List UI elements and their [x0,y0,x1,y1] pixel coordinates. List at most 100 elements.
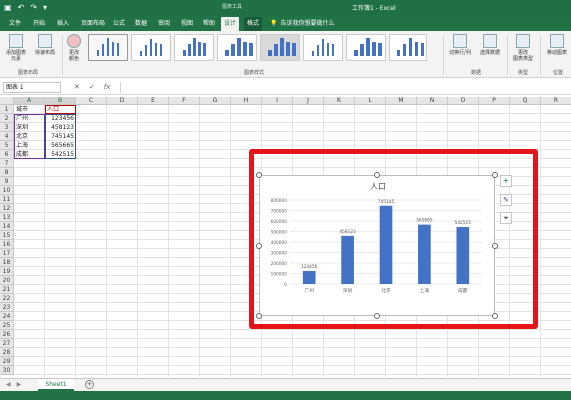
chart-style-1[interactable] [88,34,128,61]
enter-icon[interactable]: ✓ [89,82,95,93]
chart-filter-icon[interactable]: ⏷ [500,212,512,224]
column-header-C[interactable]: C [76,97,107,105]
row-header-20[interactable]: 20 [0,276,14,285]
row-header-12[interactable]: 12 [0,204,14,213]
row-header-14[interactable]: 14 [0,222,14,231]
resize-handle[interactable] [374,313,380,319]
add-sheet-icon[interactable]: + [85,380,94,389]
resize-handle[interactable] [492,172,498,178]
column-header-O[interactable]: O [448,97,479,105]
column-header-I[interactable]: I [262,97,293,105]
row-header-30[interactable]: 30 [0,366,14,375]
row-header-13[interactable]: 13 [0,213,14,222]
row-header-10[interactable]: 10 [0,186,14,195]
tell-me-search[interactable]: 💡 告诉我你想要做什么 [270,17,335,30]
resize-handle[interactable] [374,172,380,178]
select-all-corner[interactable] [0,97,14,105]
sheet-tab-sheet1[interactable]: Sheet1 [38,379,74,391]
row-header-11[interactable]: 11 [0,195,14,204]
tab-format[interactable]: 格式 [244,17,263,31]
column-header-N[interactable]: N [417,97,448,105]
chart-style-7[interactable] [346,34,386,61]
tab-home[interactable]: 开始 [30,17,48,31]
chart-style-8[interactable] [389,34,427,61]
fx-icon[interactable]: fx [104,82,111,93]
change-colors-button[interactable]: 更改 颜色 [64,34,84,62]
row-header-17[interactable]: 17 [0,249,14,258]
chart-style-4[interactable] [217,34,257,61]
chart-style-6[interactable] [303,34,343,61]
column-header-B[interactable]: B [45,97,76,105]
tab-design[interactable]: 设计 [221,17,240,31]
row-header-1[interactable]: 1 [0,105,14,114]
resize-handle[interactable] [492,313,498,319]
tab-file[interactable]: 文件 [6,17,24,31]
column-header-H[interactable]: H [231,97,262,105]
column-header-A[interactable]: A [14,97,45,105]
resize-handle[interactable] [492,242,498,249]
resize-handle[interactable] [256,242,262,249]
row-header-22[interactable]: 22 [0,294,14,303]
row-header-24[interactable]: 24 [0,312,14,321]
row-header-27[interactable]: 27 [0,339,14,348]
column-header-R[interactable]: R [541,97,571,105]
resize-handle[interactable] [256,313,262,319]
row-header-9[interactable]: 9 [0,177,14,186]
switch-row-column-button[interactable]: 切换行/列 [446,34,474,56]
column-header-M[interactable]: M [386,97,417,105]
column-header-P[interactable]: P [479,97,510,105]
quick-layout-button[interactable]: 快速布局 [32,34,58,56]
column-header-K[interactable]: K [324,97,355,105]
column-header-E[interactable]: E [138,97,169,105]
chart-style-2[interactable] [131,34,171,61]
row-header-19[interactable]: 19 [0,267,14,276]
row-header-6[interactable]: 6 [0,150,14,159]
column-header-L[interactable]: L [355,97,386,105]
row-header-5[interactable]: 5 [0,141,14,150]
tab-review[interactable]: 审阅 [155,17,173,31]
column-header-J[interactable]: J [293,97,324,105]
tab-help[interactable]: 帮助 [200,17,218,31]
sheet-next-icon[interactable]: ▶ [17,381,22,388]
change-chart-type-button[interactable]: 更改 图表类型 [510,34,536,62]
column-header-F[interactable]: F [169,97,200,105]
add-chart-element-button[interactable]: 添加图表 元素 [4,34,28,62]
row-header-7[interactable]: 7 [0,159,14,168]
save-icon[interactable]: ▣ [4,2,12,13]
row-header-21[interactable]: 21 [0,285,14,294]
sheet-prev-icon[interactable]: ◀ [6,381,11,388]
column-header-Q[interactable]: Q [510,97,541,105]
column-header-D[interactable]: D [107,97,138,105]
row-header-16[interactable]: 16 [0,240,14,249]
table-header-cell[interactable]: 城市 [14,105,45,114]
row-header-18[interactable]: 18 [0,258,14,267]
customize-icon[interactable]: ▾ [43,2,47,13]
column-header-G[interactable]: G [200,97,231,105]
tab-insert[interactable]: 插入 [54,17,72,31]
chart-area[interactable]: 人口 0 100000 200000 300000 400000 500000 600000 7… [259,175,495,316]
row-header-3[interactable]: 3 [0,123,14,132]
row-header-25[interactable]: 25 [0,321,14,330]
row-header-8[interactable]: 8 [0,168,14,177]
tab-data[interactable]: 数据 [132,17,150,31]
move-chart-button[interactable]: 移动图表 [543,34,571,56]
row-header-23[interactable]: 23 [0,303,14,312]
chart-styles-brush-icon[interactable]: ✎ [500,194,512,206]
tab-page-layout[interactable]: 页面布局 [78,17,108,31]
tab-formulas[interactable]: 公式 [110,17,128,31]
chart-style-3[interactable] [174,34,214,61]
name-box[interactable]: 图表 1 [3,82,61,93]
row-header-29[interactable]: 29 [0,357,14,366]
row-header-4[interactable]: 4 [0,132,14,141]
chart-style-5[interactable] [260,34,300,61]
chart-elements-plus-icon[interactable]: + [500,175,512,187]
row-header-26[interactable]: 26 [0,330,14,339]
row-header-28[interactable]: 28 [0,348,14,357]
resize-handle[interactable] [256,172,262,178]
row-header-2[interactable]: 2 [0,114,14,123]
row-header-15[interactable]: 15 [0,231,14,240]
tab-view[interactable]: 视图 [178,17,196,31]
select-data-button[interactable]: 选择数据 [476,34,504,56]
redo-icon[interactable]: ↷ [30,2,37,13]
undo-icon[interactable]: ↶ [18,2,25,13]
